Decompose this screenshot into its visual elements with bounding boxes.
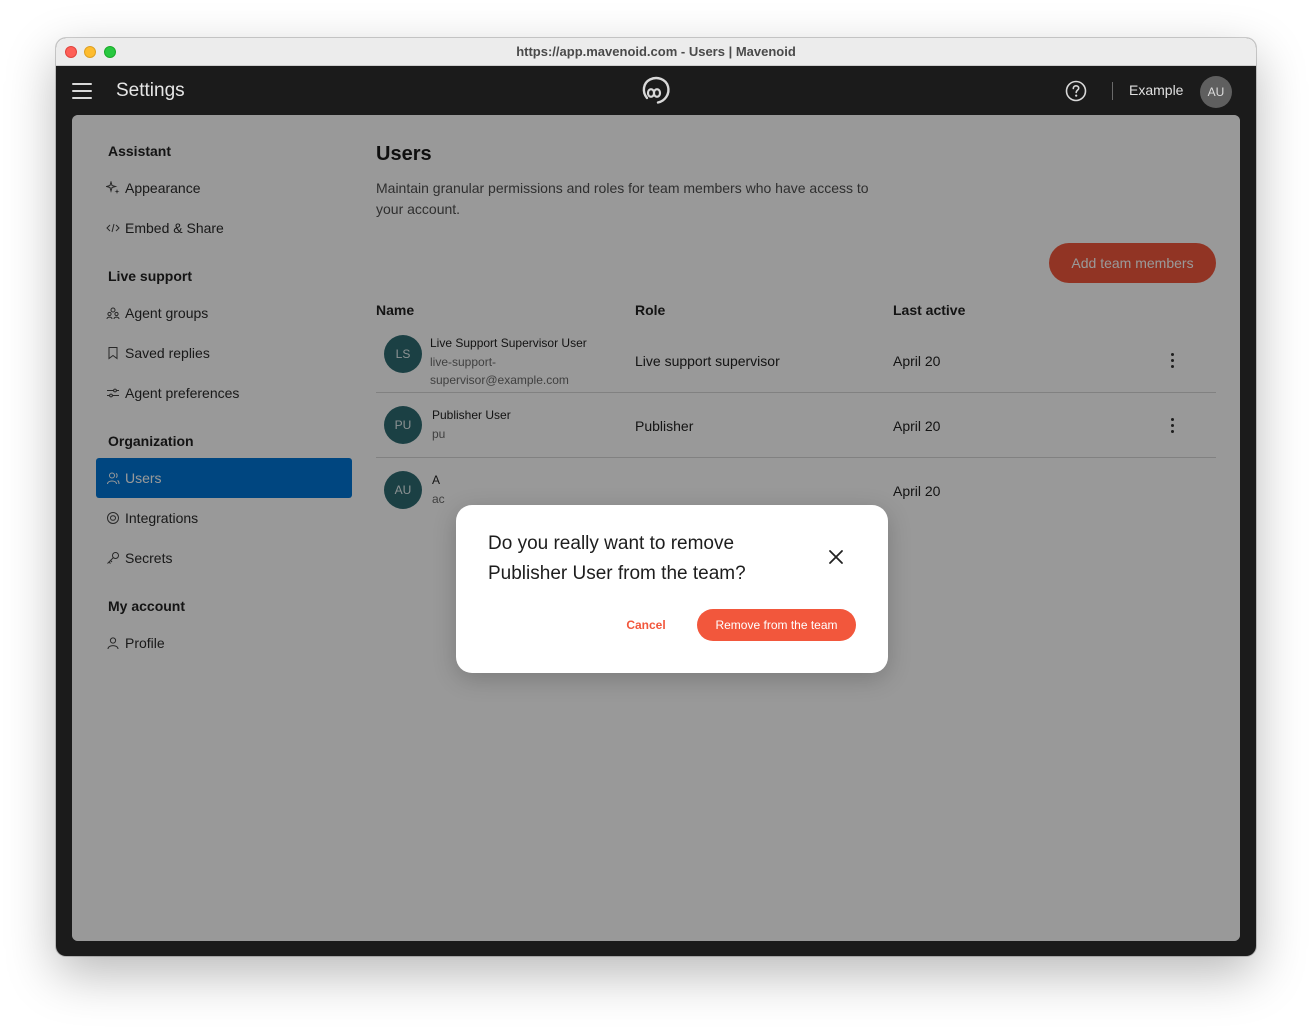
- mavenoid-logo-icon[interactable]: [639, 74, 673, 108]
- remove-from-team-button[interactable]: Remove from the team: [697, 609, 856, 641]
- user-avatar[interactable]: AU: [1200, 76, 1232, 108]
- settings-content: Assistant Appearance Embed & Share Live …: [72, 115, 1240, 941]
- window-titlebar: https://app.mavenoid.com - Users | Maven…: [56, 38, 1256, 66]
- remove-user-dialog: Do you really want to remove Publisher U…: [456, 505, 888, 673]
- cancel-button[interactable]: Cancel: [612, 609, 680, 641]
- close-icon[interactable]: [826, 547, 846, 567]
- app-header: Settings Example: [56, 66, 1256, 115]
- header-divider: [1112, 82, 1113, 100]
- menu-icon[interactable]: [72, 83, 92, 99]
- dialog-message: Do you really want to remove Publisher U…: [488, 533, 746, 584]
- app-title: Settings: [116, 80, 185, 101]
- browser-window: https://app.mavenoid.com - Users | Maven…: [56, 38, 1256, 956]
- window-title: https://app.mavenoid.com - Users | Maven…: [516, 44, 796, 59]
- organization-name[interactable]: Example: [1129, 82, 1183, 98]
- help-circle-icon[interactable]: [1065, 80, 1087, 102]
